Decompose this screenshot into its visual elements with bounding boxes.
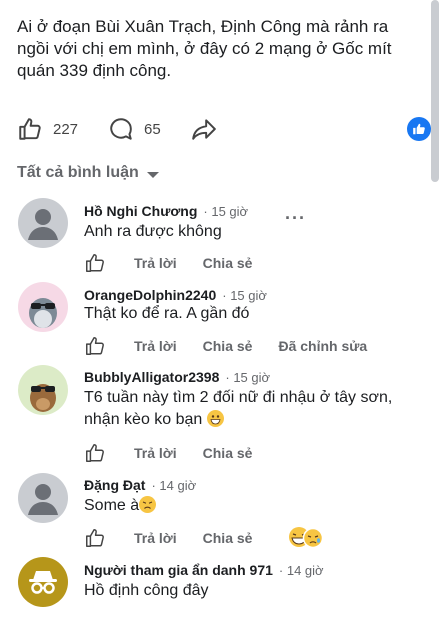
thumbs-up-icon[interactable] [84, 442, 106, 464]
comment-time: · 14 giờ [278, 563, 324, 578]
default-avatar[interactable] [18, 473, 68, 523]
comment-filter-dropdown[interactable]: Tất cả bình luận [17, 164, 159, 182]
comment-time: · 15 giờ [225, 370, 271, 385]
comment-author[interactable]: Hồ Nghi Chương [84, 203, 197, 219]
thumbs-up-icon[interactable] [84, 335, 106, 357]
comment-author[interactable]: Người tham gia ẩn danh 971 [84, 562, 273, 578]
like-count: 227 [53, 120, 79, 138]
chevron-down-icon [146, 171, 159, 178]
comment-count: 65 [144, 120, 161, 138]
comment-time: · 15 giờ [203, 204, 249, 219]
scrollbar[interactable] [431, 0, 439, 182]
weary-face-emoji [139, 496, 157, 513]
anonymous-avatar[interactable] [18, 557, 68, 607]
post-actions: 227 65 [0, 112, 442, 148]
grinning-face-emoji [206, 410, 224, 427]
comment-text: Hồ định công đây [84, 582, 209, 599]
dolphin-avatar[interactable] [18, 282, 68, 332]
share-button[interactable]: Chia sẻ [203, 255, 253, 271]
edited-label: Đã chỉnh sửa [278, 338, 368, 354]
comment-text: Thật ko để ra. A gần đó [84, 305, 250, 322]
comment-time: · 15 giờ [222, 288, 267, 303]
comment-author[interactable]: BubblyAlligator2398 [84, 369, 219, 385]
thumbs-up-icon[interactable] [84, 252, 106, 274]
comment-text: Anh ra được không [84, 223, 222, 240]
like-reaction-icon [407, 117, 431, 141]
comment-text: T6 tuần này tìm 2 đối nữ đi nhậu ở tây s… [84, 389, 393, 428]
thumbs-up-icon [19, 118, 41, 140]
reaction-emoji-icons [289, 527, 324, 549]
share-button[interactable]: Chia sẻ [203, 445, 253, 461]
share-button[interactable] [190, 116, 218, 142]
like-button[interactable]: 227 [17, 116, 78, 142]
default-avatar[interactable] [18, 198, 68, 248]
share-button[interactable]: Chia sẻ [203, 530, 253, 546]
alligator-avatar[interactable] [18, 365, 68, 415]
reaction-summary[interactable] [287, 525, 327, 549]
comment-bubble-icon [110, 118, 132, 140]
thumbs-up-icon[interactable] [84, 527, 106, 549]
comment-text: Some à [84, 495, 414, 517]
comment-author[interactable]: Đặng Đạt [84, 477, 145, 493]
reply-button[interactable]: Trả lời [134, 255, 177, 271]
post-text: Ai ở đoạn Bùi Xuân Trạch, Định Công mà r… [17, 17, 392, 80]
comment-button[interactable]: 65 [108, 116, 161, 142]
reply-button[interactable]: Trả lời [134, 338, 177, 354]
comment-author[interactable]: OrangeDolphin2240 [84, 287, 216, 303]
reply-button[interactable]: Trả lời [134, 530, 177, 546]
reply-button[interactable]: Trả lời [134, 445, 177, 461]
share-button[interactable]: Chia sẻ [203, 338, 253, 354]
comment-filter-label: Tất cả bình luận [17, 164, 139, 181]
comment-time: · 14 giờ [151, 478, 197, 493]
share-arrow-icon [192, 119, 216, 140]
